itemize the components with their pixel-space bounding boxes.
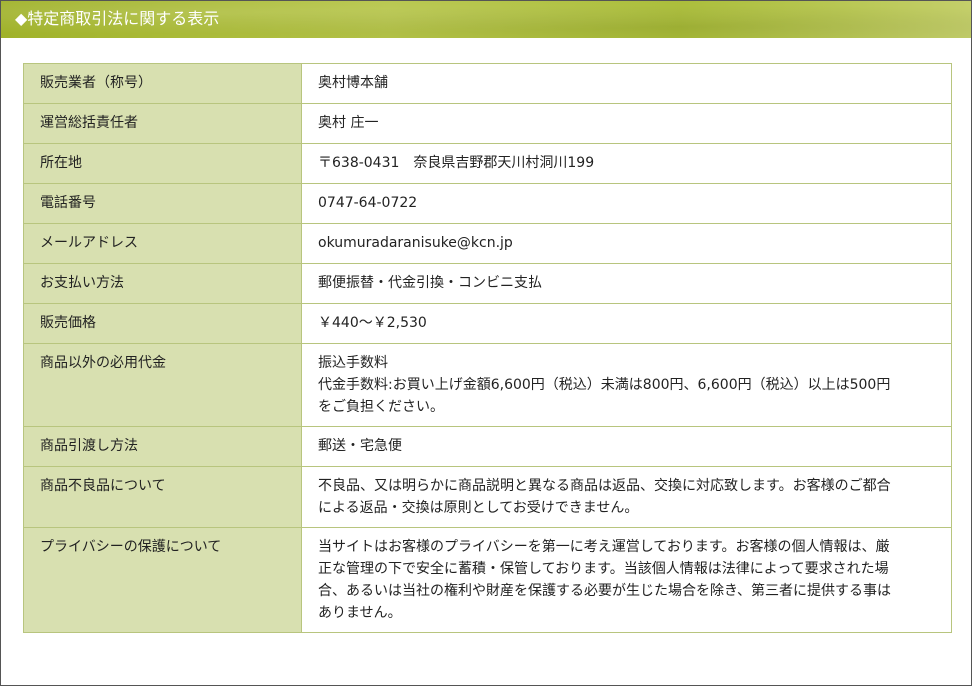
row-label: 商品以外の必用代金 <box>23 343 302 427</box>
row-label: お支払い方法 <box>23 263 302 304</box>
table-row-manager: 運営総括責任者 奥村 庄一 <box>23 103 952 144</box>
value-line: をご負担ください。 <box>318 399 444 415</box>
row-value: 奥村 庄一 <box>301 103 952 144</box>
value-line: ￥440～￥2,530 <box>318 315 427 331</box>
value-line: 奥村 庄一 <box>318 115 379 131</box>
table-row-delivery: 商品引渡し方法 郵送・宅急便 <box>23 426 952 467</box>
page-frame: ◆特定商取引法に関する表示 販売業者（称号） 奥村博本舗 運営総括責任者 奥村 … <box>0 0 972 686</box>
row-label: 運営総括責任者 <box>23 103 302 144</box>
value-line: 0747-64-0722 <box>318 195 418 211</box>
row-value: 不良品、又は明らかに商品説明と異なる商品は返品、交換に対応致します。お客様のご都… <box>301 466 952 528</box>
section-header: ◆特定商取引法に関する表示 <box>1 1 971 38</box>
table-row-price: 販売価格 ￥440～￥2,530 <box>23 303 952 344</box>
row-value: 郵送・宅急便 <box>301 426 952 467</box>
row-label: 販売価格 <box>23 303 302 344</box>
row-label: 電話番号 <box>23 183 302 224</box>
value-line: 〒638-0431 奈良県吉野郡天川村洞川199 <box>318 155 595 171</box>
table-row-payment: お支払い方法 郵便振替・代金引換・コンビニ支払 <box>23 263 952 304</box>
value-line: による返品・交換は原則としてお受けできません。 <box>318 500 639 516</box>
row-value: 奥村博本舗 <box>301 63 952 104</box>
legal-info-table: 販売業者（称号） 奥村博本舗 運営総括責任者 奥村 庄一 所在地 〒638-04… <box>23 63 952 633</box>
row-label: 所在地 <box>23 143 302 184</box>
value-line: 正な管理の下で安全に蓄積・保管しております。当該個人情報は法律によって要求された… <box>318 561 889 577</box>
value-line: 郵便振替・代金引換・コンビニ支払 <box>318 275 542 291</box>
row-label: 販売業者（称号） <box>23 63 302 104</box>
email-text: okumuradaranisuke@kcn.jp <box>318 235 513 251</box>
value-line: 代金手数料:お買い上げ金額6,600円（税込）未満は800円、6,600円（税込… <box>318 377 891 393</box>
table-row-phone: 電話番号 0747-64-0722 <box>23 183 952 224</box>
value-line: 奥村博本舗 <box>318 75 388 91</box>
table-row-privacy: プライバシーの保護について 当サイトはお客様のプライバシーを第一に考え運営してお… <box>23 527 952 633</box>
row-value: ￥440～￥2,530 <box>301 303 952 344</box>
value-line: 当サイトはお客様のプライバシーを第一に考え運営しております。お客様の個人情報は、… <box>318 539 890 555</box>
row-label: メールアドレス <box>23 223 302 264</box>
value-line: 振込手数料 <box>318 355 388 371</box>
table-row-extra-fees: 商品以外の必用代金 振込手数料 代金手数料:お買い上げ金額6,600円（税込）未… <box>23 343 952 427</box>
table-row-seller: 販売業者（称号） 奥村博本舗 <box>23 63 952 104</box>
row-label: 商品引渡し方法 <box>23 426 302 467</box>
row-label: 商品不良品について <box>23 466 302 528</box>
table-row-address: 所在地 〒638-0431 奈良県吉野郡天川村洞川199 <box>23 143 952 184</box>
value-line: 不良品、又は明らかに商品説明と異なる商品は返品、交換に対応致します。お客様のご都… <box>318 478 891 494</box>
row-value: 〒638-0431 奈良県吉野郡天川村洞川199 <box>301 143 952 184</box>
row-value: 0747-64-0722 <box>301 183 952 224</box>
table-row-email: メールアドレス okumuradaranisuke@kcn.jp <box>23 223 952 264</box>
row-label: プライバシーの保護について <box>23 527 302 633</box>
value-line: 合、あるいは当社の権利や財産を保護する必要が生じた場合を除き、第三者に提供する事… <box>318 583 892 599</box>
value-line: 郵送・宅急便 <box>318 438 402 454</box>
row-value: okumuradaranisuke@kcn.jp <box>301 223 952 264</box>
row-value: 郵便振替・代金引換・コンビニ支払 <box>301 263 952 304</box>
row-value: 当サイトはお客様のプライバシーを第一に考え運営しております。お客様の個人情報は、… <box>301 527 952 633</box>
value-line: ありません。 <box>318 605 402 621</box>
section-title: ◆特定商取引法に関する表示 <box>15 9 220 28</box>
row-value: 振込手数料 代金手数料:お買い上げ金額6,600円（税込）未満は800円、6,6… <box>301 343 952 427</box>
table-row-defective: 商品不良品について 不良品、又は明らかに商品説明と異なる商品は返品、交換に対応致… <box>23 466 952 528</box>
